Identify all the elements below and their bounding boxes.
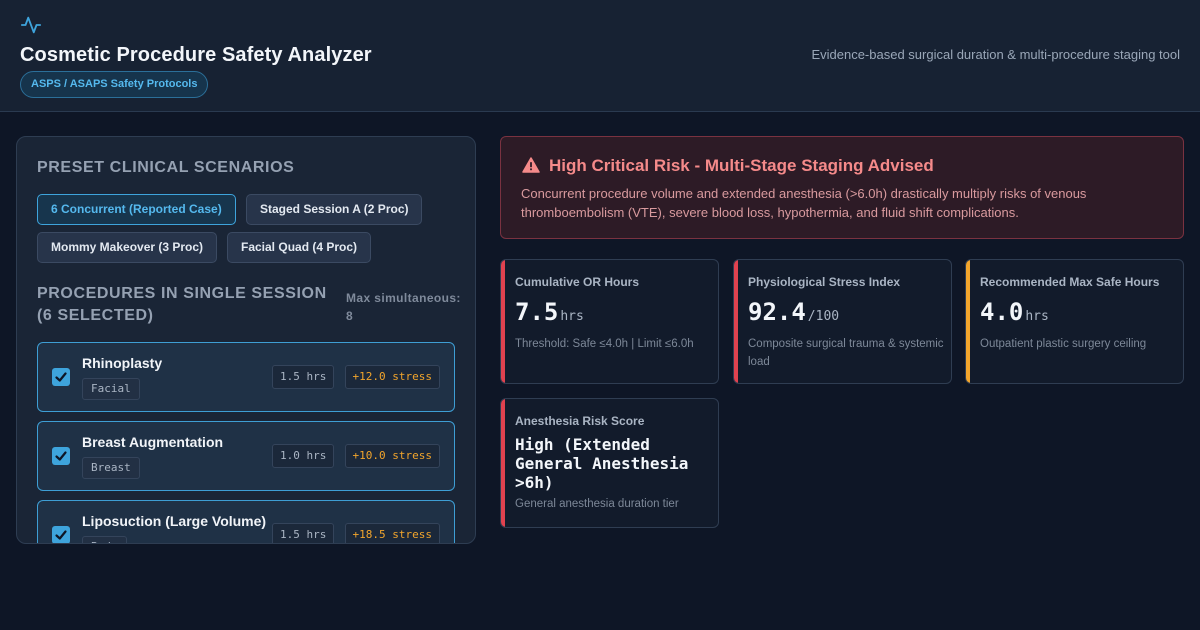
procedure-category-tag: Facial — [82, 378, 140, 400]
app-header: Cosmetic Procedure Safety Analyzer ASPS … — [0, 0, 1200, 112]
metric-accent-bar — [966, 260, 970, 383]
procedure-category-tag: Body — [82, 536, 127, 543]
procedures-title: Procedures in Single Session (6 Selected… — [37, 285, 327, 324]
metric-cumulative-or-hours: Cumulative OR Hours 7.5 hrs Threshold: Sa… — [500, 259, 719, 384]
metric-note: General anesthesia duration tier — [515, 498, 679, 510]
procedure-checkbox[interactable] — [52, 368, 70, 386]
preset-staged-session-a-button[interactable]: Staged Session A (2 Proc) — [246, 194, 423, 225]
presets-title: Preset Clinical Scenarios — [37, 159, 295, 176]
risk-alert: High Critical Risk - Multi-Stage Staging… — [500, 136, 1184, 239]
procedure-hours: 1.5 hrs — [272, 523, 335, 543]
metric-unit: hrs — [1025, 309, 1049, 324]
scenario-panel: Preset Clinical Scenarios 6 Concurrent (… — [16, 136, 476, 544]
header-subtitle: Evidence-based surgical duration & multi… — [811, 47, 1180, 62]
procedure-card[interactable]: Liposuction (Large Volume) Body 1.5 hrs … — [37, 500, 455, 543]
metric-label: Cumulative OR Hours — [515, 275, 640, 289]
procedure-checkbox[interactable] — [52, 447, 70, 465]
procedure-category-tag: Breast — [82, 457, 140, 479]
metric-label: Anesthesia Risk Score — [515, 414, 645, 428]
metric-stress-index: Physiological Stress Index 92.4/100 Comp… — [733, 259, 952, 384]
alert-body: Concurrent procedure volume and extended… — [521, 186, 1087, 220]
procedure-card[interactable]: Breast Augmentation Breast 1.0 hrs +10.0… — [37, 421, 455, 491]
metric-unit: hrs — [560, 309, 584, 324]
check-icon — [55, 451, 67, 461]
procedure-checkbox[interactable] — [52, 526, 70, 543]
procedure-stress: +10.0 stress — [344, 444, 440, 468]
metric-accent-bar — [501, 260, 505, 383]
max-simultaneous-label: Max simultaneous: 8 — [346, 291, 461, 323]
metric-note: Threshold: Safe ≤4.0h | Limit ≤6.0h — [515, 338, 694, 350]
metric-value: 7.5 hrs — [515, 298, 584, 326]
procedure-name: Liposuction (Large Volume) — [82, 513, 267, 529]
metric-note: Outpatient plastic surgery ceiling — [980, 338, 1147, 350]
procedure-hours: 1.5 hrs — [272, 365, 335, 389]
preset-mommy-makeover-button[interactable]: Mommy Makeover (3 Proc) — [37, 232, 218, 263]
check-icon — [55, 372, 67, 382]
procedure-stress: +12.0 stress — [344, 365, 440, 389]
metric-label: Physiological Stress Index — [748, 275, 901, 289]
metric-accent-bar — [501, 399, 505, 527]
check-icon — [55, 530, 67, 540]
metric-anesthesia-risk: Anesthesia Risk Score High (Extended Gen… — [500, 398, 719, 528]
activity-pulse-icon — [20, 16, 42, 34]
metric-accent-bar — [734, 260, 738, 383]
warning-triangle-icon — [522, 157, 540, 173]
procedure-name: Rhinoplasty — [82, 355, 163, 371]
metric-value: High (Extended General Anesthesia >6h) — [515, 435, 689, 492]
preset-6-concurrent-button[interactable]: 6 Concurrent (Reported Case) — [37, 194, 236, 225]
procedure-stress: +18.5 stress — [344, 523, 440, 543]
app-title: Cosmetic Procedure Safety Analyzer — [20, 44, 372, 66]
metric-value: 92.4/100 — [748, 298, 840, 326]
metric-unit: /100 — [807, 309, 840, 324]
metric-max-safe-hours: Recommended Max Safe Hours 4.0 hrs Outpat… — [965, 259, 1184, 384]
alert-title: High Critical Risk - Multi-Stage Staging… — [549, 156, 934, 175]
preset-facial-quad-button[interactable]: Facial Quad (4 Proc) — [227, 232, 372, 263]
protocol-badge: ASPS / ASAPS Safety Protocols — [20, 71, 209, 98]
metric-note: Composite surgical trauma & systemic loa… — [748, 338, 944, 368]
procedure-hours: 1.0 hrs — [272, 444, 335, 468]
metric-label: Recommended Max Safe Hours — [980, 275, 1160, 289]
metric-value: 4.0 hrs — [980, 298, 1049, 326]
procedure-name: Breast Augmentation — [82, 434, 224, 450]
procedure-card[interactable]: Rhinoplasty Facial 1.5 hrs +12.0 stress — [37, 342, 455, 412]
